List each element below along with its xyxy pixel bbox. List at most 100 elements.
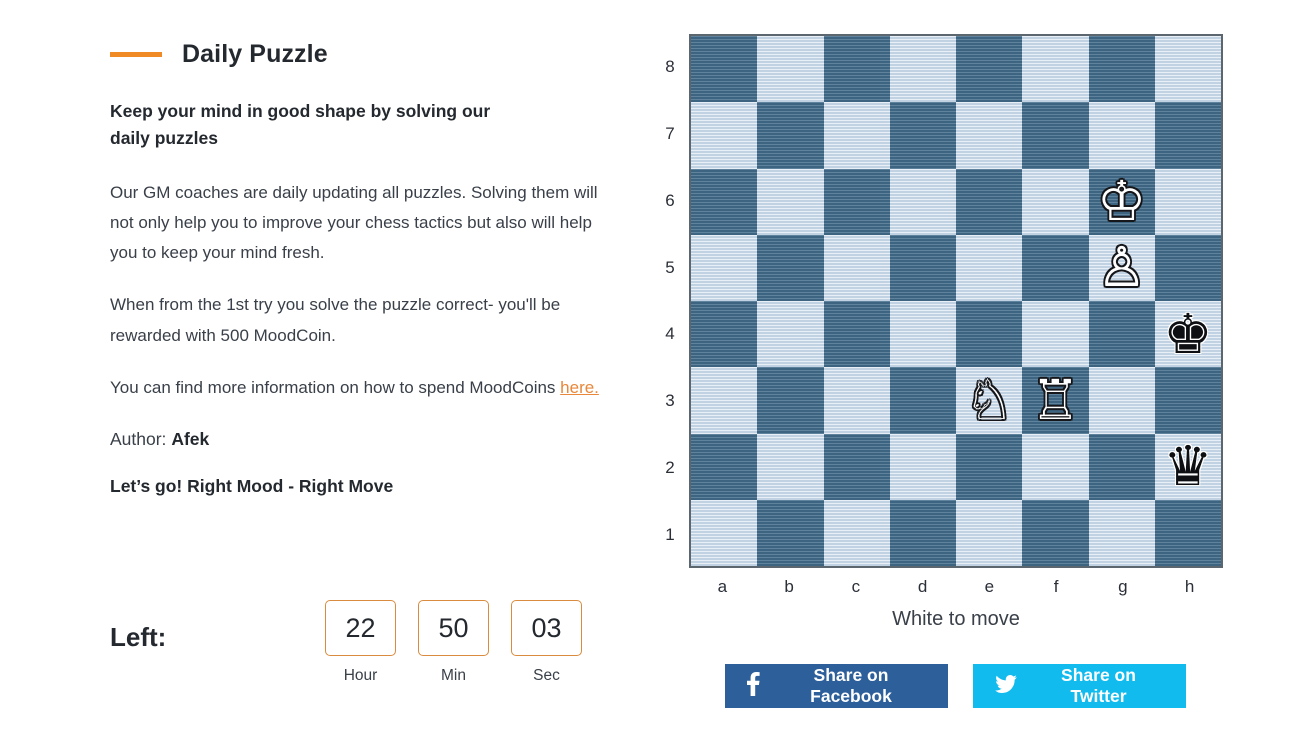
rank-label-7: 7 bbox=[665, 124, 675, 144]
share-on-twitter-button[interactable]: Share on Twitter bbox=[972, 664, 1186, 708]
board-square-c3[interactable] bbox=[823, 367, 890, 434]
file-label-e: e bbox=[984, 577, 995, 596]
board-square-h8[interactable] bbox=[1154, 36, 1221, 103]
board-square-c5[interactable] bbox=[823, 234, 890, 301]
board-square-b7[interactable] bbox=[757, 102, 824, 169]
board-square-e1[interactable] bbox=[956, 499, 1023, 566]
board-square-b8[interactable] bbox=[757, 36, 824, 103]
piece-white-king-g6[interactable]: ♔ bbox=[1097, 174, 1146, 229]
board-square-a1[interactable] bbox=[691, 499, 758, 566]
rank-label-4: 4 bbox=[665, 324, 675, 344]
board-square-e3[interactable]: ♘ bbox=[956, 367, 1023, 434]
puzzle-slogan: Let’s go! Right Mood - Right Move bbox=[110, 475, 394, 496]
timer-unit-sec: 03 Sec bbox=[511, 600, 582, 685]
board-square-c2[interactable] bbox=[823, 433, 890, 500]
timer-sec-value: 03 bbox=[511, 600, 582, 656]
board-square-c6[interactable] bbox=[823, 168, 890, 235]
board-square-d1[interactable] bbox=[889, 499, 956, 566]
board-square-d7[interactable] bbox=[889, 102, 956, 169]
piece-white-pawn-g5[interactable]: ♙ bbox=[1097, 240, 1146, 295]
board-square-f4[interactable] bbox=[1022, 301, 1089, 368]
board-square-f6[interactable] bbox=[1022, 168, 1089, 235]
board-square-g1[interactable] bbox=[1088, 499, 1155, 566]
rank-label-8: 8 bbox=[665, 57, 675, 77]
board-square-h3[interactable] bbox=[1154, 367, 1221, 434]
board-square-d4[interactable] bbox=[889, 301, 956, 368]
file-label-b: b bbox=[784, 577, 794, 596]
board-square-e8[interactable] bbox=[956, 36, 1023, 103]
board-square-g6[interactable]: ♔ bbox=[1088, 168, 1155, 235]
board-square-g3[interactable] bbox=[1088, 367, 1155, 434]
board-square-d3[interactable] bbox=[889, 367, 956, 434]
piece-white-knight-e3[interactable]: ♘ bbox=[964, 372, 1013, 428]
moodcoins-here-link[interactable]: here. bbox=[560, 378, 599, 397]
board-square-b2[interactable] bbox=[757, 433, 824, 500]
moodcoins-info-text: You can find more information on how to … bbox=[110, 377, 561, 397]
timer-unit-min: 50 Min bbox=[418, 600, 489, 685]
puzzle-reward-paragraph: When from the 1st try you solve the puzz… bbox=[110, 295, 561, 345]
board-square-h2[interactable]: ♛ bbox=[1154, 433, 1221, 500]
board-square-b4[interactable] bbox=[757, 301, 824, 368]
board-square-b3[interactable] bbox=[757, 367, 824, 434]
puzzle-info-column: Daily Puzzle Keep your mind in good shap… bbox=[110, 34, 610, 497]
turn-indicator: White to move bbox=[892, 608, 1020, 630]
puzzle-description-paragraph: Our GM coaches are daily updating all pu… bbox=[110, 183, 598, 263]
board-square-c1[interactable] bbox=[823, 499, 890, 566]
moodcoins-info-paragraph: You can find more information on how to … bbox=[110, 373, 600, 403]
board-square-f5[interactable] bbox=[1022, 234, 1089, 301]
piece-black-king-h4[interactable]: ♚ bbox=[1163, 306, 1212, 362]
share-on-facebook-button[interactable]: Share on Facebook bbox=[724, 664, 948, 708]
board-square-c7[interactable] bbox=[823, 102, 890, 169]
piece-white-rook-f3[interactable]: ♖ bbox=[1031, 372, 1080, 428]
board-square-a6[interactable] bbox=[691, 168, 758, 235]
board-square-h5[interactable] bbox=[1154, 234, 1221, 301]
board-square-c4[interactable] bbox=[823, 301, 890, 368]
board-square-b5[interactable] bbox=[757, 234, 824, 301]
timer-hour-value: 22 bbox=[325, 600, 396, 656]
board-square-g2[interactable] bbox=[1088, 433, 1155, 500]
timer-min-label: Min bbox=[441, 667, 466, 684]
puzzle-lead-text: Keep your mind in good shape by solving … bbox=[110, 101, 491, 149]
board-square-a7[interactable] bbox=[691, 102, 758, 169]
timer-left-label: Left: bbox=[110, 622, 167, 652]
board-square-g7[interactable] bbox=[1088, 102, 1155, 169]
timer-unit-hour: 22 Hour bbox=[325, 600, 396, 685]
board-square-a2[interactable] bbox=[691, 433, 758, 500]
board-square-d8[interactable] bbox=[889, 36, 956, 103]
board-square-d6[interactable] bbox=[889, 168, 956, 235]
board-square-f2[interactable] bbox=[1022, 433, 1089, 500]
board-square-g4[interactable] bbox=[1088, 301, 1155, 368]
board-square-d5[interactable] bbox=[889, 234, 956, 301]
board-square-e5[interactable] bbox=[956, 234, 1023, 301]
board-square-e4[interactable] bbox=[956, 301, 1023, 368]
board-square-f7[interactable] bbox=[1022, 102, 1089, 169]
board-square-d2[interactable] bbox=[889, 433, 956, 500]
author-name: Afek bbox=[171, 428, 210, 449]
board-square-g8[interactable] bbox=[1088, 36, 1155, 103]
facebook-icon bbox=[746, 671, 760, 701]
board-square-h4[interactable]: ♚ bbox=[1154, 301, 1221, 368]
file-labels: a b c d e f g h bbox=[689, 570, 1223, 604]
board-square-f1[interactable] bbox=[1022, 499, 1089, 566]
board-square-f8[interactable] bbox=[1022, 36, 1089, 103]
board-square-g5[interactable]: ♙ bbox=[1088, 234, 1155, 301]
board-square-f3[interactable]: ♖ bbox=[1022, 367, 1089, 434]
board-square-a8[interactable] bbox=[691, 36, 758, 103]
board-square-c8[interactable] bbox=[823, 36, 890, 103]
board-square-h7[interactable] bbox=[1154, 102, 1221, 169]
piece-black-queen-h2[interactable]: ♛ bbox=[1163, 439, 1212, 494]
board-square-e6[interactable] bbox=[956, 168, 1023, 235]
board-square-a4[interactable] bbox=[691, 301, 758, 368]
board-square-h1[interactable] bbox=[1154, 499, 1221, 566]
timer-min-value: 50 bbox=[418, 600, 489, 656]
daily-puzzle-page: Daily Puzzle Keep your mind in good shap… bbox=[0, 0, 1295, 750]
board-square-b6[interactable] bbox=[757, 168, 824, 235]
chessboard[interactable]: ♔ ♙ ♚ ♘ ♖ ♛ bbox=[689, 34, 1223, 568]
board-square-a3[interactable] bbox=[691, 367, 758, 434]
board-square-e2[interactable] bbox=[956, 433, 1023, 500]
board-square-b1[interactable] bbox=[757, 499, 824, 566]
board-square-a5[interactable] bbox=[691, 234, 758, 301]
board-square-h6[interactable] bbox=[1154, 168, 1221, 235]
file-label-f: f bbox=[1053, 577, 1059, 596]
board-square-e7[interactable] bbox=[956, 102, 1023, 169]
